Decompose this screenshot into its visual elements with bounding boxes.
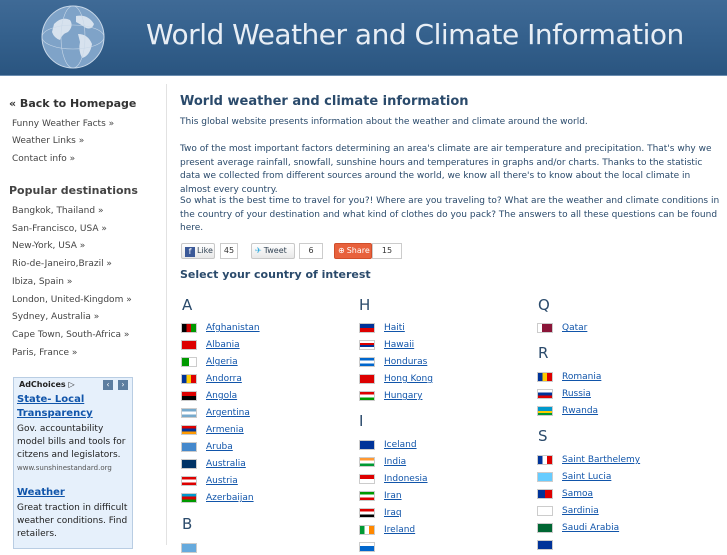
austria-flag-icon — [181, 476, 197, 486]
ad-url[interactable]: www.sunshinestandard.org — [17, 464, 112, 472]
hungary-flag-icon — [359, 391, 375, 401]
sidebar-link-contact[interactable]: Contact info » — [12, 154, 75, 164]
like-count: 45 — [220, 243, 238, 259]
aruba-flag-icon — [181, 442, 197, 452]
australia-flag-icon — [181, 459, 197, 469]
globe-icon — [41, 5, 105, 69]
letter-heading: R — [538, 344, 549, 362]
romania-flag-icon — [537, 372, 553, 382]
adchoices-label[interactable]: AdChoices ▷ — [19, 380, 75, 389]
iraq-flag-icon — [359, 508, 375, 518]
destination-link[interactable]: Paris, France » — [12, 348, 77, 358]
twitter-bird-icon: ✈ — [255, 246, 262, 255]
qatar-flag-icon — [537, 323, 553, 333]
share-count: 15 — [372, 243, 402, 259]
flag-icon — [359, 542, 375, 552]
destination-link[interactable]: Cape Town, South-Africa » — [12, 330, 129, 340]
samoa-flag-icon — [537, 489, 553, 499]
angola-flag-icon — [181, 391, 197, 401]
destination-link[interactable]: Sydney, Australia » — [12, 312, 99, 322]
flag-icon — [537, 540, 553, 550]
ad-body-line: model bills and tools for — [17, 437, 126, 447]
albania-flag-icon — [181, 340, 197, 350]
intro-paragraph: This global website presents information… — [180, 117, 588, 127]
haiti-flag-icon — [359, 323, 375, 333]
letter-heading: B — [182, 515, 193, 533]
afghanistan-flag-icon — [181, 323, 197, 333]
rwanda-flag-icon — [537, 406, 553, 416]
iran-flag-icon — [359, 491, 375, 501]
india-flag-icon — [359, 457, 375, 467]
destination-link[interactable]: Rio-de-Janeiro,Brazil » — [12, 259, 112, 269]
paragraph: Two of the most important factors determ… — [180, 144, 712, 195]
letter-heading: H — [359, 296, 371, 314]
paragraph: So what is the best time to travel for y… — [180, 196, 720, 233]
back-to-homepage-link[interactable]: « Back to Homepage — [9, 97, 136, 110]
letter-heading: Q — [538, 296, 550, 314]
facebook-icon: f — [185, 247, 195, 257]
russia-flag-icon — [537, 389, 553, 399]
sidebar: « Back to Homepage Funny Weather Facts »… — [0, 84, 167, 549]
letter-heading: S — [538, 427, 548, 445]
site-header: World Weather and Climate Information — [0, 0, 727, 76]
sidebar-link-weather-links[interactable]: Weather Links » — [12, 136, 84, 146]
honduras-flag-icon — [359, 357, 375, 367]
saint-lucia-flag-icon — [537, 472, 553, 482]
ad-title[interactable]: Weather — [17, 487, 65, 498]
page-title: World weather and climate information — [180, 94, 469, 109]
destination-link[interactable]: London, United-Kingdom » — [12, 295, 132, 305]
popular-destinations-heading: Popular destinations — [9, 184, 138, 197]
share-label: Share — [346, 246, 370, 255]
saudi-arabia-flag-icon — [537, 523, 553, 533]
algeria-flag-icon — [181, 357, 197, 367]
main-content: World weather and climate information Th… — [168, 84, 727, 553]
ad-body-line: retailers. — [17, 529, 57, 539]
andorra-flag-icon — [181, 374, 197, 384]
azerbaijan-flag-icon — [181, 493, 197, 503]
tweet-count: 6 — [299, 243, 323, 259]
like-label: Like — [197, 246, 213, 255]
ad-body-line: Great traction in difficult — [17, 503, 128, 513]
select-country-heading: Select your country of interest — [180, 268, 371, 281]
ad-title[interactable]: Transparency — [17, 408, 93, 419]
letter-heading: A — [182, 296, 193, 314]
ad-title[interactable]: State- Local — [17, 394, 84, 405]
indonesia-flag-icon — [359, 474, 375, 484]
tweet-button[interactable]: ✈ Tweet — [251, 243, 295, 259]
saint-barthelemy-flag-icon — [537, 455, 553, 465]
ad-body-line: Gov. accountability — [17, 424, 104, 434]
destination-link[interactable]: New-York, USA » — [12, 241, 85, 251]
site-title: World Weather and Climate Information — [146, 18, 684, 51]
argentina-flag-icon — [181, 408, 197, 418]
letter-heading: I — [359, 412, 364, 430]
hong-kong-flag-icon — [359, 374, 375, 384]
ad-close-icon[interactable]: › — [118, 380, 128, 390]
share-plus-icon: ⊕ — [338, 246, 345, 255]
destination-link[interactable]: San-Francisco, USA » — [12, 224, 107, 234]
ad-prev-icon[interactable]: ‹ — [103, 380, 113, 390]
hawaii-flag-icon — [359, 340, 375, 350]
facebook-like-button[interactable]: f Like — [181, 243, 215, 259]
ireland-flag-icon — [359, 525, 375, 535]
iceland-flag-icon — [359, 440, 375, 450]
ad-body-line: weather conditions. Find — [17, 516, 128, 526]
ad-body-line: citzens and legislators. — [17, 450, 121, 460]
destination-link[interactable]: Bangkok, Thailand » — [12, 206, 103, 216]
destination-link[interactable]: Ibiza, Spain » — [12, 277, 72, 287]
share-button[interactable]: ⊕ Share — [334, 243, 372, 259]
sardinia-flag-icon — [537, 506, 553, 516]
tweet-label: Tweet — [263, 246, 287, 255]
sidebar-link-funny-facts[interactable]: Funny Weather Facts » — [12, 119, 114, 129]
ad-box: AdChoices ▷ ‹ › State- Local Transparenc… — [13, 377, 133, 549]
armenia-flag-icon — [181, 425, 197, 435]
